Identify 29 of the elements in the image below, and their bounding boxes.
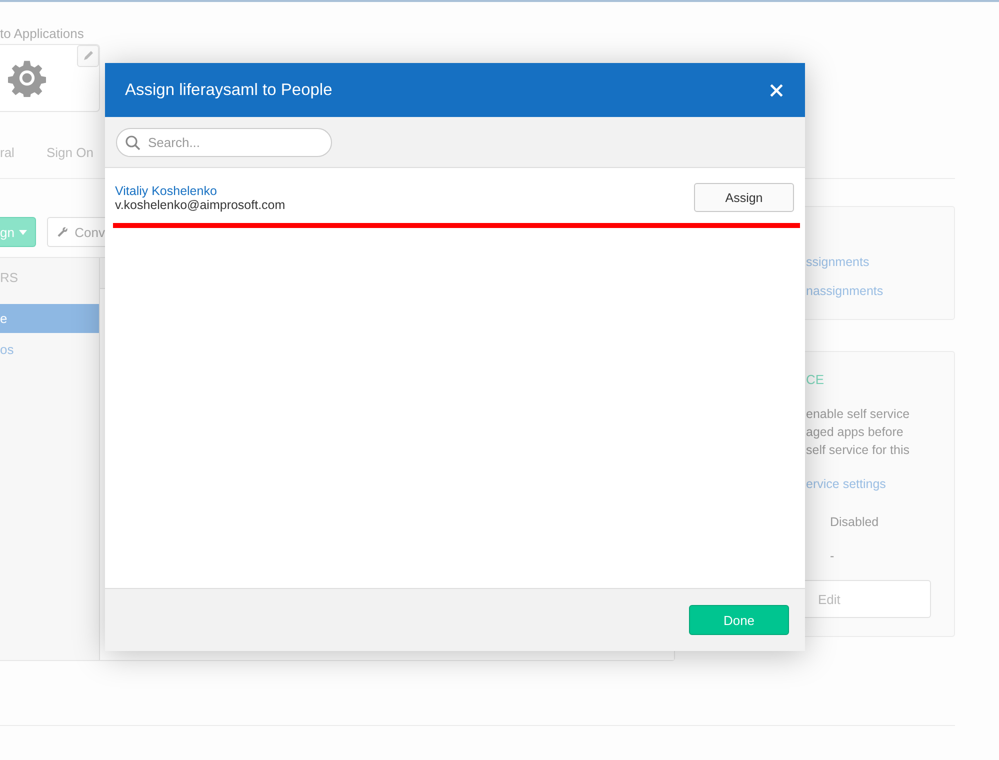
wrench-icon	[57, 224, 69, 240]
setting-value: Disabled	[830, 514, 879, 530]
done-button[interactable]: Done	[689, 605, 789, 635]
dialog-title: Assign liferaysaml to People	[125, 80, 332, 100]
convert-button[interactable]: Conv	[47, 217, 105, 247]
pencil-icon	[82, 50, 94, 62]
search-field[interactable]: Search...	[116, 128, 332, 156]
person-email: v.koshelenko@aimprosoft.com	[115, 198, 286, 212]
assignments-link[interactable]: ssignments	[806, 254, 870, 270]
card-description: enable self service aged apps before self service for this	[806, 406, 911, 459]
tab[interactable]: Sign On	[46, 145, 94, 161]
sidebar-item[interactable]: e	[0, 304, 99, 333]
setting-value: -	[830, 548, 834, 564]
close-icon	[770, 84, 783, 96]
edit-button[interactable]: Edit	[804, 580, 931, 618]
person-name-link[interactable]: Vitaliy Koshelenko	[115, 184, 217, 198]
assign-button[interactable]: gn	[0, 217, 36, 247]
assignments-link[interactable]: nassignments	[806, 283, 884, 299]
caret-icon	[19, 230, 28, 234]
tab[interactable]: ral	[0, 145, 14, 161]
settings-link[interactable]: ervice settings	[806, 476, 886, 492]
gear-icon	[8, 59, 46, 97]
sidebar-item[interactable]: os	[0, 335, 99, 364]
assign-button[interactable]: Assign	[694, 183, 794, 212]
close-button[interactable]	[768, 82, 785, 98]
card-heading: CE	[806, 372, 824, 388]
breadcrumb-link[interactable]: to Applications	[0, 26, 84, 42]
sidebar-heading: RS	[0, 270, 18, 287]
search-icon	[125, 134, 141, 150]
